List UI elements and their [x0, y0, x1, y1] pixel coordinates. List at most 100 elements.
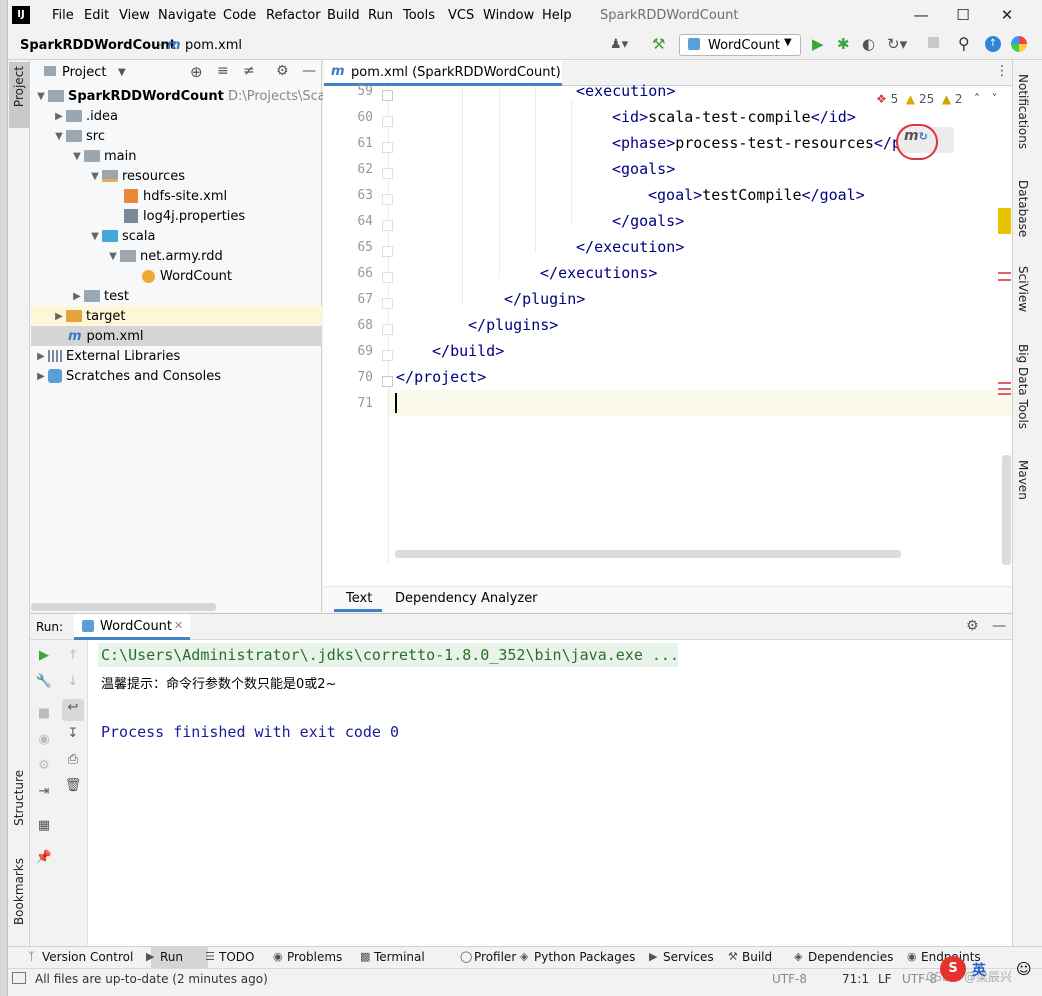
- gear-icon[interactable]: ⚙: [276, 63, 289, 79]
- settings-icon[interactable]: ⚙: [35, 757, 53, 775]
- tool-tab-terminal[interactable]: Terminal: [374, 950, 425, 964]
- fold-marker-icon[interactable]: [382, 220, 393, 231]
- sogou-ime-icon[interactable]: S: [940, 956, 966, 982]
- fold-marker-icon[interactable]: [382, 194, 393, 205]
- menu-item-window[interactable]: Window: [483, 8, 534, 23]
- close-button[interactable]: ✕: [992, 4, 1022, 26]
- camera-icon[interactable]: ◉: [35, 731, 53, 749]
- tool-tab-dependencies[interactable]: Dependencies: [808, 950, 893, 964]
- code-line-66[interactable]: </executions>: [540, 264, 657, 282]
- status-encoding[interactable]: UTF-8: [772, 972, 807, 986]
- menu-item-view[interactable]: View: [119, 8, 150, 23]
- arrow-down-icon[interactable]: ↓: [64, 673, 82, 691]
- warning-stripe-marker[interactable]: [998, 208, 1011, 234]
- fold-marker-icon[interactable]: [382, 272, 393, 283]
- maximize-button[interactable]: ☐: [948, 4, 978, 26]
- editor-tab-pom[interactable]: m pom.xml (SparkRDDWordCount): [324, 60, 562, 86]
- update-icon[interactable]: ↑: [985, 36, 1001, 52]
- run-tab-wordcount[interactable]: WordCount ✕: [74, 614, 190, 640]
- tool-tab-problems[interactable]: Problems: [287, 950, 342, 964]
- code-line-62[interactable]: <goals>: [612, 160, 675, 178]
- pin-icon[interactable]: 📌: [35, 849, 53, 867]
- tree-item-test[interactable]: ▶ test: [70, 286, 129, 306]
- code-line-61[interactable]: <phase>process-test-resources</p: [612, 134, 901, 152]
- project-panel-title[interactable]: Project: [62, 65, 106, 80]
- bookmarks-tab[interactable]: Bookmarks: [12, 858, 26, 925]
- tree-item-resources[interactable]: ▼ resources: [88, 166, 185, 186]
- menu-item-build[interactable]: Build: [327, 8, 360, 23]
- menu-item-tools[interactable]: Tools: [403, 8, 435, 23]
- vertical-scrollbar[interactable]: [1002, 455, 1011, 565]
- locate-icon[interactable]: ⊕: [190, 63, 203, 81]
- big-data-tools-tab[interactable]: Big Data Tools: [1016, 344, 1030, 429]
- emoji-icon[interactable]: ☺: [1016, 960, 1032, 978]
- wrench-icon[interactable]: 🔧: [35, 673, 53, 691]
- tree-item-hdfs-site[interactable]: hdfs-site.xml: [124, 186, 227, 206]
- menu-item-run[interactable]: Run: [368, 8, 393, 23]
- tree-item-package[interactable]: ▼ net.army.rdd: [106, 246, 223, 266]
- code-line-69[interactable]: </build>: [432, 342, 504, 360]
- menu-item-navigate[interactable]: Navigate: [158, 8, 216, 23]
- tool-tab-todo[interactable]: TODO: [219, 950, 254, 964]
- error-stripe-marker[interactable]: [998, 279, 1011, 281]
- panel-toggle-icon[interactable]: [12, 972, 26, 984]
- menu-item-refactor[interactable]: Refactor: [266, 8, 321, 23]
- soft-wrap-icon[interactable]: ↩: [62, 699, 84, 721]
- code-line-67[interactable]: </plugin>: [504, 290, 585, 308]
- tree-item-root[interactable]: ▼ SparkRDDWordCount D:\Projects\ScalaPro: [34, 86, 358, 106]
- search-icon[interactable]: ⚲: [958, 34, 970, 53]
- fold-marker-icon[interactable]: [382, 376, 393, 387]
- tree-item-target[interactable]: ▶ target: [52, 306, 125, 326]
- close-icon[interactable]: ✕: [174, 619, 183, 632]
- exit-icon[interactable]: ⇥: [35, 783, 53, 801]
- arrow-up-icon[interactable]: ↑: [64, 647, 82, 665]
- code-line-60[interactable]: <id>scala-test-compile</id>: [612, 108, 856, 126]
- expand-all-icon[interactable]: ≡: [217, 63, 229, 79]
- status-line-separator[interactable]: LF: [878, 972, 892, 986]
- hide-panel-icon[interactable]: —: [302, 63, 316, 79]
- run-icon[interactable]: ▶: [812, 35, 824, 53]
- run-configuration-select[interactable]: WordCount ▼: [679, 34, 801, 56]
- error-stripe-marker[interactable]: [998, 388, 1011, 390]
- tab-dependency-analyzer[interactable]: Dependency Analyzer: [395, 591, 538, 606]
- tree-item-external-libraries[interactable]: ▶ External Libraries: [34, 346, 180, 366]
- stop-icon[interactable]: ■: [35, 705, 53, 723]
- fold-marker-icon[interactable]: [382, 246, 393, 257]
- tool-tab-version-control[interactable]: Version Control: [42, 950, 133, 964]
- project-tool-tab[interactable]: Project: [9, 62, 30, 128]
- tool-tab-profiler[interactable]: Profiler: [474, 950, 516, 964]
- code-line-63[interactable]: <goal>testCompile</goal>: [648, 186, 865, 204]
- horizontal-scrollbar[interactable]: [31, 603, 216, 611]
- database-tab[interactable]: Database: [1016, 180, 1030, 237]
- scroll-to-end-icon[interactable]: ↧: [64, 725, 82, 743]
- rerun-icon[interactable]: ▶: [35, 647, 53, 665]
- error-stripe-marker[interactable]: [998, 393, 1011, 395]
- stop-icon[interactable]: [928, 37, 939, 48]
- fold-marker-icon[interactable]: [382, 350, 393, 361]
- menu-item-vcs[interactable]: VCS: [448, 8, 474, 23]
- tree-item-src[interactable]: ▼ src: [52, 126, 105, 146]
- tree-item-idea[interactable]: ▶ .idea: [52, 106, 118, 126]
- breadcrumb-project[interactable]: SparkRDDWordCount: [20, 38, 176, 53]
- breadcrumb-file[interactable]: pom.xml: [185, 38, 242, 53]
- fold-marker-icon[interactable]: [382, 116, 393, 127]
- debug-icon[interactable]: ✱: [837, 35, 850, 53]
- tree-item-scratches[interactable]: ▶ Scratches and Consoles: [34, 366, 221, 386]
- tree-item-pom[interactable]: m pom.xml: [68, 326, 144, 346]
- tree-item-wordcount[interactable]: WordCount: [142, 266, 232, 286]
- sciview-tab[interactable]: SciView: [1016, 266, 1030, 312]
- tab-text[interactable]: Text: [334, 588, 382, 612]
- fold-marker-icon[interactable]: [382, 298, 393, 309]
- code-line-64[interactable]: </goals>: [612, 212, 684, 230]
- editor-horizontal-scrollbar[interactable]: [395, 550, 901, 558]
- tool-tab-run[interactable]: Run: [160, 950, 183, 964]
- user-icon[interactable]: ♟▾: [610, 37, 628, 52]
- profile-icon[interactable]: ↻▾: [887, 35, 907, 53]
- structure-tab[interactable]: Structure: [12, 770, 26, 826]
- menu-item-file[interactable]: File: [52, 8, 74, 23]
- fold-marker-icon[interactable]: [382, 90, 393, 101]
- build-hammer-icon[interactable]: ⚒: [652, 35, 665, 53]
- notifications-tab[interactable]: Notifications: [1016, 74, 1030, 149]
- chevron-up-icon[interactable]: ˄: [974, 92, 980, 106]
- code-line-68[interactable]: </plugins>: [468, 316, 558, 334]
